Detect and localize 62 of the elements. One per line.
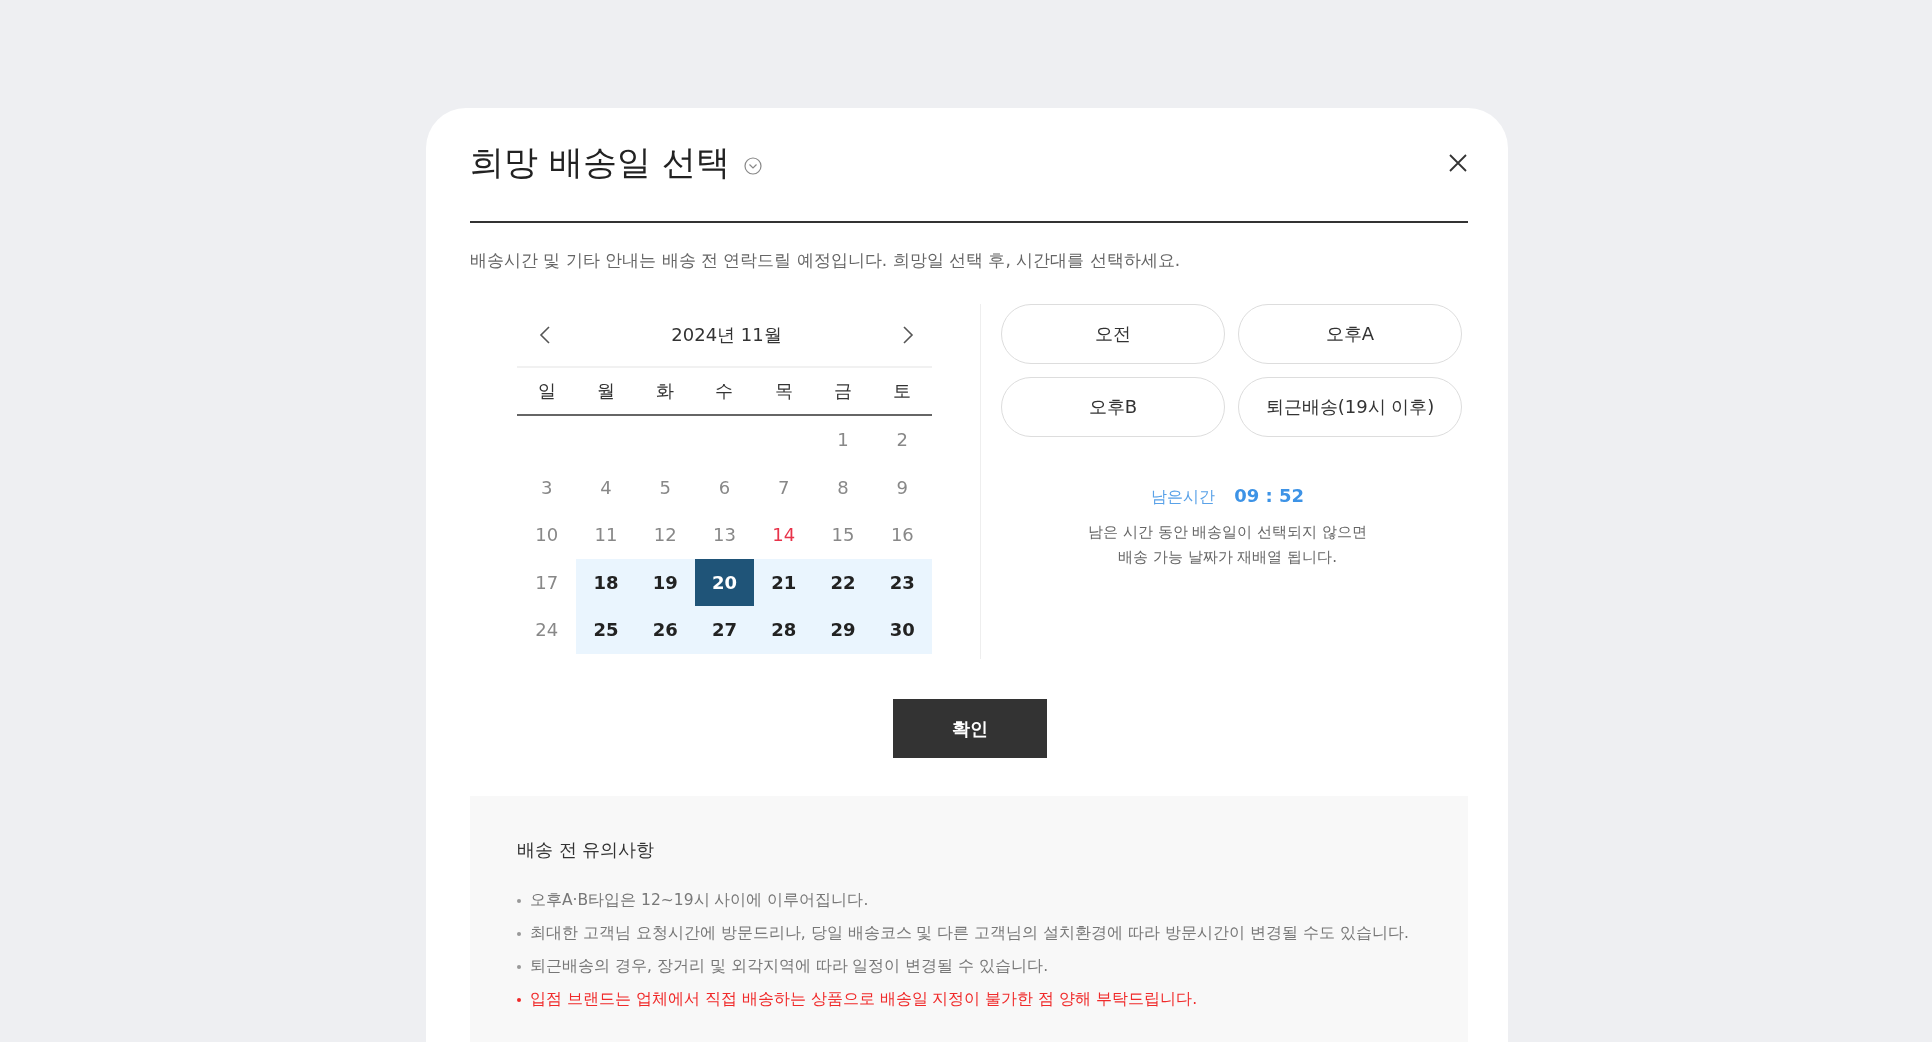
calendar-day: 1 (813, 416, 873, 464)
next-month-icon[interactable] (902, 325, 914, 345)
bullet-icon (517, 898, 521, 903)
calendar-day: 2 (872, 416, 932, 464)
calendar-day: 7 (754, 463, 814, 511)
calendar-day[interactable]: 20 (694, 558, 755, 606)
calendar-day[interactable]: 30 (872, 606, 932, 654)
timer-message: 배송 가능 날짜가 재배열 됩니다. (1117, 547, 1338, 568)
notice-text: 퇴근배송의 경우, 장거리 및 외각지역에 따라 일정이 변경될 수 있습니다. (530, 956, 1049, 977)
calendar-day: 5 (635, 463, 695, 511)
calendar-day[interactable]: 27 (694, 606, 755, 654)
month-label: 2024년 11월 (671, 323, 782, 347)
calendar-day: 24 (517, 606, 577, 654)
calendar-day[interactable]: 25 (576, 606, 636, 654)
chevron-down-circle-icon[interactable] (743, 157, 762, 175)
weekday-label: 화 (655, 379, 676, 403)
calendar-day: 12 (635, 511, 695, 559)
weekday-label: 목 (773, 379, 794, 403)
calendar-day: 3 (517, 463, 577, 511)
timer-message: 남은 시간 동안 배송일이 선택되지 않으면 (1087, 522, 1368, 543)
bullet-icon (517, 997, 521, 1002)
dialog-title: 희망 배송일 선택 (470, 141, 730, 184)
description-text: 배송시간 및 기타 안내는 배송 전 연락드릴 예정입니다. 희망일 선택 후, 시간대를 선택하세요. (470, 249, 1182, 272)
time-slot-button[interactable]: 퇴근배송(19시 이후) (1238, 377, 1462, 437)
time-slot-button[interactable]: 오전 (1001, 304, 1225, 364)
calendar-day: 13 (694, 511, 755, 559)
weekday-label: 수 (714, 379, 735, 403)
calendar-day: 17 (517, 558, 577, 606)
calendar-day[interactable]: 19 (635, 558, 695, 606)
calendar-day[interactable]: 18 (576, 558, 636, 606)
calendar-day: 9 (872, 463, 932, 511)
timer-value: 09 : 52 (1234, 485, 1304, 506)
calendar-day: 10 (517, 511, 577, 559)
weekday-label: 일 (536, 379, 557, 403)
timer-label: 남은시간 (1151, 487, 1216, 506)
time-slot-button[interactable]: 오후B (1001, 377, 1225, 437)
calendar-day[interactable]: 21 (754, 558, 814, 606)
bullet-icon (517, 931, 521, 936)
calendar-day[interactable]: 23 (872, 558, 932, 606)
calendar-day: 14 (754, 511, 814, 559)
weekday-label: 월 (595, 379, 616, 403)
weekday-label: 토 (892, 379, 913, 403)
calendar-day[interactable]: 28 (754, 606, 814, 654)
bullet-icon (517, 964, 521, 969)
calendar-day: 16 (872, 511, 932, 559)
notice-text: 오후A·B타입은 12~19시 사이에 이루어집니다. (530, 890, 869, 911)
notice-text: 최대한 고객님 요청시간에 방문드리나, 당일 배송코스 및 다른 고객님의 설치환경에 따라 방문시간이 변경될 수도 있습니다. (530, 923, 1409, 944)
calendar-day: 11 (576, 511, 636, 559)
notice-text: 입점 브랜드는 업체에서 직접 배송하는 상품으로 배송일 지정이 불가한 점 양해 부탁드립니다. (530, 989, 1198, 1010)
calendar-day[interactable]: 22 (813, 558, 873, 606)
calendar-day: 6 (694, 463, 755, 511)
notice-title: 배송 전 유의사항 (517, 838, 656, 862)
calendar-day[interactable]: 29 (813, 606, 873, 654)
calendar-day[interactable]: 26 (635, 606, 695, 654)
time-slot-button[interactable]: 오후A (1238, 304, 1462, 364)
weekday-label: 금 (833, 379, 854, 403)
close-icon[interactable] (1448, 153, 1468, 173)
calendar-day: 15 (813, 511, 873, 559)
confirm-button[interactable]: 확인 (893, 699, 1047, 758)
previous-month-icon[interactable] (539, 325, 551, 345)
calendar-day: 4 (576, 463, 636, 511)
calendar-day: 8 (813, 463, 873, 511)
